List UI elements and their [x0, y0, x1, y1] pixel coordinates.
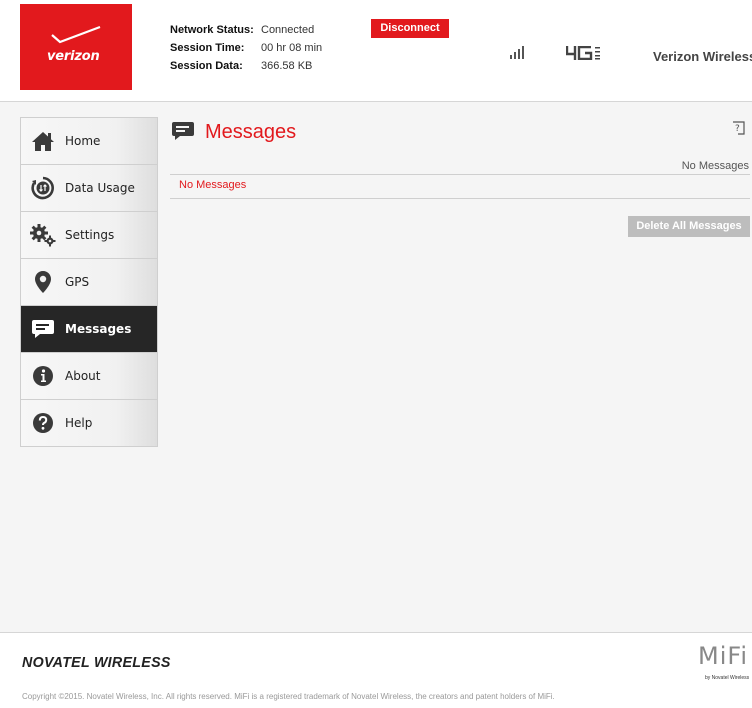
sidebar-item-home[interactable]: Home — [21, 118, 157, 165]
status-value: 00 hr 08 min — [261, 42, 323, 54]
page-title: Messages — [205, 121, 297, 143]
sidebar-item-gps[interactable]: GPS — [21, 259, 157, 306]
sidebar-item-label: Home — [65, 134, 101, 148]
home-icon — [21, 130, 65, 152]
data-usage-icon — [21, 176, 65, 200]
messages-panel: Messages ? No Messages No Messages Delet… — [170, 117, 752, 237]
sidebar-item-help[interactable]: Help — [21, 400, 157, 447]
checkmark-icon — [51, 25, 101, 44]
sidebar-item-label: GPS — [65, 275, 90, 289]
status-key: Session Data: — [170, 60, 243, 72]
signal-strength-icon — [510, 46, 524, 59]
message-icon — [172, 122, 194, 140]
status-row-session-data: Session Data: 366.58 KB — [170, 57, 322, 75]
novatel-logo: NOVATEL WIRELESS — [22, 654, 171, 671]
empty-message-text: No Messages — [179, 179, 247, 191]
info-icon — [21, 365, 65, 387]
help-icon[interactable]: ? — [732, 121, 746, 140]
question-icon — [21, 412, 65, 434]
disconnect-button[interactable]: Disconnect — [371, 19, 449, 38]
status-key: Network Status: — [170, 24, 254, 36]
svg-text:?: ? — [735, 124, 740, 134]
header: verizon Network Status: Connected Sessio… — [0, 0, 752, 102]
status-value: 366.58 KB — [261, 60, 313, 72]
carrier-name: Verizon Wireless — [653, 49, 752, 64]
sidebar-item-data-usage[interactable]: Data Usage — [21, 165, 157, 212]
main-area: Home Data Usage Settings GPS Messages Ab… — [0, 102, 752, 633]
mifi-logo-subtitle: by Novatel Wireless — [705, 675, 750, 681]
sidebar-item-about[interactable]: About — [21, 353, 157, 400]
sidebar-item-label: Messages — [65, 322, 132, 336]
sidebar: Home Data Usage Settings GPS Messages Ab… — [20, 117, 158, 447]
connection-status: Network Status: Connected Session Time: … — [170, 21, 322, 75]
logo-text: verizon — [47, 49, 100, 64]
footer: NOVATEL WIRELESS MiFi by Novatel Wireles… — [0, 633, 752, 708]
copyright-text: Copyright ©2015. Novatel Wireless, Inc. … — [22, 692, 555, 701]
4g-lte-icon — [566, 46, 600, 60]
verizon-logo: verizon — [20, 4, 132, 90]
divider — [170, 198, 750, 199]
mifi-logo: MiFi — [698, 642, 749, 670]
delete-all-messages-button[interactable]: Delete All Messages — [628, 216, 750, 237]
sidebar-item-label: Settings — [65, 228, 115, 242]
sidebar-item-label: About — [65, 369, 101, 383]
gear-icon — [21, 223, 65, 247]
status-key: Session Time: — [170, 42, 245, 54]
sidebar-item-label: Help — [65, 416, 93, 430]
message-icon — [21, 318, 65, 340]
message-count-note: No Messages — [681, 160, 749, 172]
sidebar-item-label: Data Usage — [65, 181, 135, 195]
status-value: Connected — [261, 24, 315, 36]
status-row-network: Network Status: Connected — [170, 21, 322, 39]
status-row-session-time: Session Time: 00 hr 08 min — [170, 39, 322, 57]
divider — [170, 174, 750, 175]
location-pin-icon — [21, 270, 65, 294]
sidebar-item-messages[interactable]: Messages — [21, 306, 157, 353]
title-row: Messages ? — [170, 117, 752, 151]
sidebar-item-settings[interactable]: Settings — [21, 212, 157, 259]
